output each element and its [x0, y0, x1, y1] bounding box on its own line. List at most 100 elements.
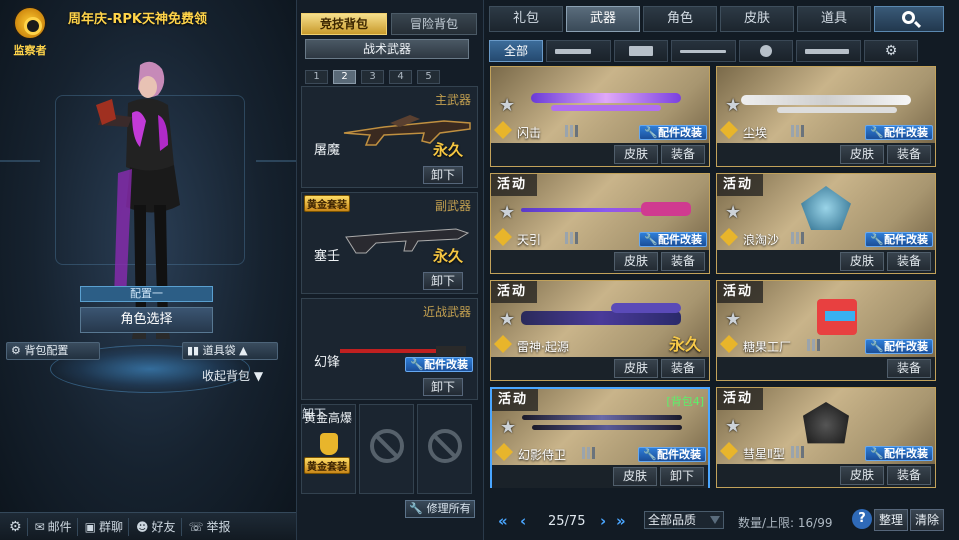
grenade-filter-icon: [760, 45, 772, 57]
clear-button[interactable]: 清除: [910, 509, 944, 531]
loadout-label[interactable]: 配置一: [80, 286, 213, 302]
equip-button[interactable]: 装备: [887, 359, 931, 378]
collapse-bag-button[interactable]: 收起背包 ▼: [202, 367, 263, 384]
bag-config-button[interactable]: ⚙ 背包配置: [6, 342, 100, 360]
filter-sniper[interactable]: [671, 40, 736, 62]
bag-page-2[interactable]: 2: [333, 70, 356, 84]
bag-page-5[interactable]: 5: [417, 70, 440, 84]
favorite-star-icon[interactable]: ★: [499, 309, 515, 330]
prev-page-icon[interactable]: ‹: [520, 512, 526, 530]
mod-badge[interactable]: 🔧配件改装: [865, 339, 933, 354]
mail-button[interactable]: ✉ 邮件: [30, 517, 78, 536]
tab-competitive-bag[interactable]: 竞技背包: [301, 13, 387, 35]
skin-button[interactable]: 皮肤: [614, 252, 658, 271]
equip-button[interactable]: 装备: [661, 359, 705, 378]
favorite-star-icon[interactable]: ★: [500, 417, 516, 438]
event-tag: 活动: [717, 388, 763, 410]
primary-weapon-slot[interactable]: 主武器 屠魔 永久 卸下: [301, 86, 478, 188]
grenade-slot[interactable]: 黄金高爆 黄金套装 卸下: [301, 404, 356, 494]
filter-machinegun[interactable]: [796, 40, 861, 62]
item-bag-button[interactable]: ▮▮ 道具袋 ▲: [182, 342, 278, 360]
event-banner[interactable]: 周年庆-RPK天神免费领: [68, 8, 207, 27]
equip-button[interactable]: 装备: [887, 145, 931, 164]
tab-roles[interactable]: 角色: [643, 6, 717, 32]
hud-line: [256, 160, 296, 162]
tactic-weapon-button[interactable]: 战术武器: [305, 39, 469, 59]
unequip-button[interactable]: 卸下: [423, 378, 463, 396]
unequip-button[interactable]: 卸下: [423, 166, 463, 184]
filter-rifle[interactable]: [546, 40, 611, 62]
secondary-weapon-slot[interactable]: 黄金套装 副武器 塞壬 永久 卸下: [301, 192, 478, 294]
first-page-icon[interactable]: «: [498, 512, 508, 530]
weapon-card[interactable]: 活动 ★ 雷神·起源 永久 皮肤 装备: [490, 280, 710, 381]
favorite-star-icon[interactable]: ★: [725, 309, 741, 330]
unequip-button[interactable]: 卸下: [423, 272, 463, 290]
wrench-icon: 🔧: [870, 233, 884, 246]
role-select-button[interactable]: 角色选择: [80, 307, 213, 333]
equip-button[interactable]: 装备: [887, 466, 931, 485]
wrench-icon: 🔧: [410, 358, 424, 371]
tab-weapons[interactable]: 武器: [566, 6, 640, 32]
weapon-card[interactable]: 活动 ★ 彗星Ⅱ型 🔧配件改装 皮肤 装备: [716, 387, 936, 488]
tab-packages[interactable]: 礼包: [489, 6, 563, 32]
unequip-button[interactable]: 卸下: [660, 467, 704, 486]
settings-button[interactable]: ⚙: [4, 517, 28, 536]
favorite-star-icon[interactable]: ★: [725, 95, 741, 116]
next-page-icon[interactable]: ›: [600, 512, 606, 530]
weapon-card-selected[interactable]: 活动 [背包4] ★ 幻影侍卫 🔧配件改装 皮肤 卸下: [490, 387, 710, 488]
wrench-icon: 🔧: [870, 447, 884, 460]
mod-badge[interactable]: 🔧配件改装: [639, 125, 707, 140]
friends-button[interactable]: ☻ 好友: [131, 517, 182, 536]
skin-button[interactable]: 皮肤: [613, 467, 657, 486]
skin-button[interactable]: 皮肤: [840, 252, 884, 271]
weapon-card[interactable]: 活动 ★ 浪淘沙 🔧配件改装 皮肤 装备: [716, 173, 936, 274]
mod-badge[interactable]: 🔧配件改装: [865, 125, 933, 140]
last-page-icon[interactable]: »: [616, 512, 626, 530]
chevron-down-icon: [710, 516, 720, 524]
mod-badge[interactable]: 🔧配件改装: [865, 446, 933, 461]
weapon-name: 幻影侍卫: [518, 448, 567, 462]
equip-button[interactable]: 装备: [661, 145, 705, 164]
bottom-toolbar: ⚙ ✉ 邮件 ▣ 群聊 ☻ 好友 ☏ 举报: [0, 512, 296, 540]
mod-badge[interactable]: 🔧配件改装: [639, 232, 707, 247]
search-button[interactable]: [874, 6, 944, 32]
equip-button[interactable]: 装备: [887, 252, 931, 271]
empty-slot[interactable]: [359, 404, 414, 494]
report-button[interactable]: ☏ 举报: [184, 518, 236, 536]
weapon-card[interactable]: 活动 ★ 天引 🔧配件改装 皮肤 装备: [490, 173, 710, 274]
help-button[interactable]: ?: [852, 509, 872, 529]
equip-button[interactable]: 装备: [661, 252, 705, 271]
mod-badge[interactable]: 🔧配件改装: [865, 232, 933, 247]
filter-settings[interactable]: ⚙: [864, 40, 918, 62]
mod-badge[interactable]: 🔧配件改装: [638, 447, 706, 462]
quality-select[interactable]: 全部品质: [644, 511, 724, 529]
melee-weapon-slot[interactable]: 近战武器 幻锋 🔧配件改装 卸下: [301, 298, 478, 400]
filter-all[interactable]: 全部: [489, 40, 543, 62]
skin-button[interactable]: 皮肤: [614, 145, 658, 164]
favorite-star-icon[interactable]: ★: [499, 202, 515, 223]
weapon-card[interactable]: ★ 闪击 🔧配件改装 皮肤 装备: [490, 66, 710, 167]
weapon-card[interactable]: ★ 尘埃 🔧配件改装 皮肤 装备: [716, 66, 936, 167]
filter-grenade[interactable]: [739, 40, 793, 62]
bag-page-4[interactable]: 4: [389, 70, 412, 84]
bag-page-3[interactable]: 3: [361, 70, 384, 84]
weapon-card[interactable]: 活动 ★ 糖果工厂 🔧配件改装 装备: [716, 280, 936, 381]
favorite-star-icon[interactable]: ★: [499, 95, 515, 116]
tab-skins[interactable]: 皮肤: [720, 6, 794, 32]
favorite-star-icon[interactable]: ★: [725, 202, 741, 223]
favorite-star-icon[interactable]: ★: [725, 416, 741, 437]
skin-button[interactable]: 皮肤: [840, 145, 884, 164]
tab-items[interactable]: 道具: [797, 6, 871, 32]
filter-pistol[interactable]: [614, 40, 668, 62]
tab-adventure-bag[interactable]: 冒险背包: [391, 13, 477, 35]
weapon-name: 糖果工厂: [743, 340, 792, 354]
group-chat-button[interactable]: ▣ 群聊: [80, 517, 129, 536]
empty-slot[interactable]: [417, 404, 472, 494]
bag-page-1[interactable]: 1: [305, 70, 328, 84]
character-panel: 监察者 周年庆-RPK天神免费领 配置一 角色选择 ⚙ 背包配置 ▮▮ 道具袋 …: [0, 0, 296, 540]
skin-button[interactable]: 皮肤: [614, 359, 658, 378]
repair-all-button[interactable]: 🔧 修理所有: [405, 500, 475, 518]
bag-config-label: 背包配置: [24, 344, 69, 357]
sort-button[interactable]: 整理: [874, 509, 908, 531]
skin-button[interactable]: 皮肤: [840, 466, 884, 485]
